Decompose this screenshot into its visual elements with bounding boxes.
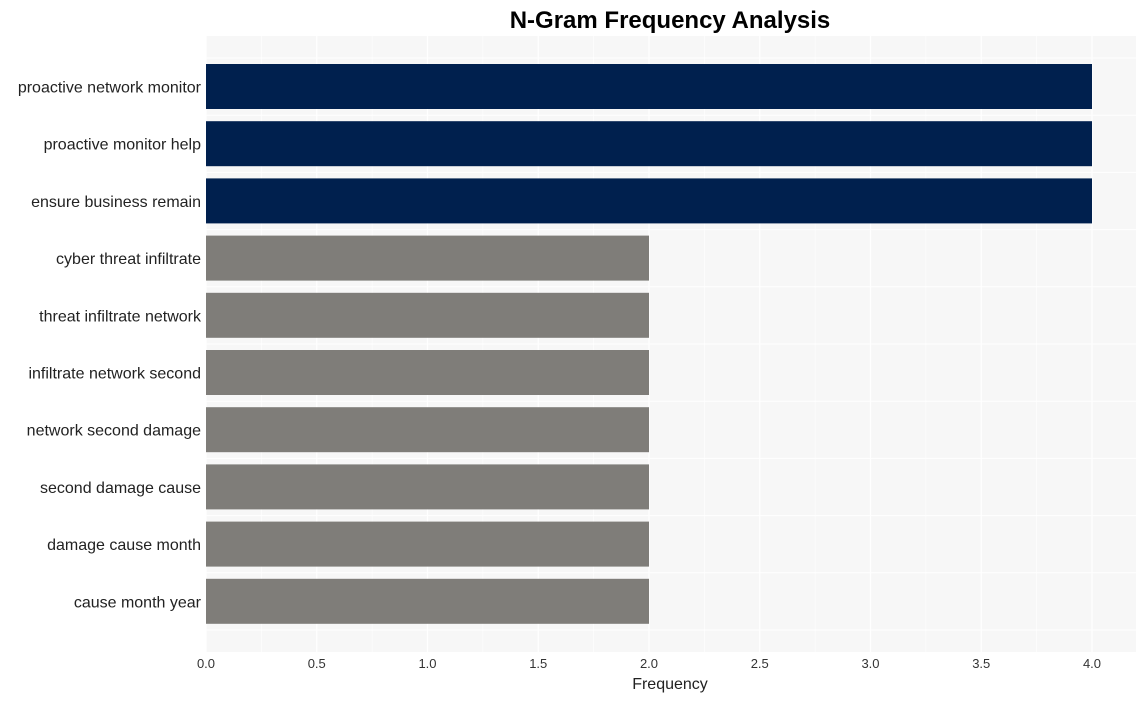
x-tick-label: 1.0 [418, 656, 436, 671]
y-tick-label: cause month year [74, 594, 202, 611]
bar [206, 121, 1092, 167]
x-tick-label: 2.5 [751, 656, 769, 671]
y-tick-label: cyber threat infiltrate [56, 251, 201, 268]
x-tick-label: 4.0 [1083, 656, 1101, 671]
bar [206, 407, 649, 453]
chart-title: N-Gram Frequency Analysis [510, 7, 831, 34]
bar [206, 350, 649, 395]
y-tick-label: proactive monitor help [44, 137, 202, 154]
x-tick-label: 3.0 [861, 656, 879, 671]
y-tick-labels: proactive network monitor proactive monit… [18, 80, 202, 612]
bar [206, 578, 649, 624]
bar [206, 464, 649, 510]
y-tick-label: damage cause month [47, 537, 201, 554]
bar [206, 292, 649, 338]
x-tick-label: 1.5 [529, 656, 547, 671]
x-tick-label: 2.0 [640, 656, 658, 671]
y-tick-label: second damage cause [40, 480, 201, 497]
y-tick-label: threat infiltrate network [39, 308, 202, 325]
y-tick-label: infiltrate network second [28, 366, 201, 383]
bar [206, 235, 649, 281]
y-tick-label: network second damage [27, 423, 201, 440]
y-tick-label: ensure business remain [31, 194, 201, 211]
x-tick-label: 3.5 [972, 656, 990, 671]
bar [206, 178, 1092, 224]
bar [206, 521, 649, 567]
x-tick-label: 0.5 [308, 656, 326, 671]
x-tick-labels: 0.0 0.5 1.0 1.5 2.0 2.5 3.0 3.5 4.0 [197, 656, 1101, 671]
bar [206, 64, 1092, 109]
x-tick-label: 0.0 [197, 656, 215, 671]
x-axis-label: Frequency [632, 676, 708, 693]
y-tick-label: proactive network monitor [18, 80, 202, 97]
ngram-chart: proactive network monitor proactive monit… [18, 7, 1136, 693]
